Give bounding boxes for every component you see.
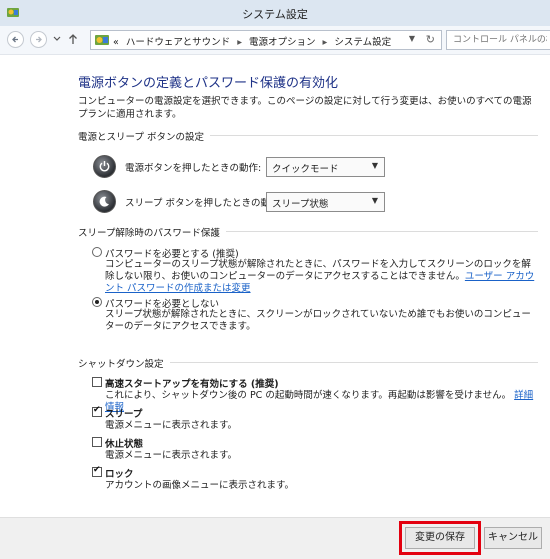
sleep-button-select[interactable]: スリープ状態 ▼ bbox=[266, 192, 385, 212]
breadcrumb-separator[interactable]: ▸ bbox=[323, 37, 328, 48]
no-password-radio[interactable] bbox=[92, 297, 102, 307]
breadcrumb-overflow[interactable]: « bbox=[113, 37, 119, 48]
sleep-button-icon bbox=[93, 190, 116, 213]
breadcrumb-system-settings[interactable]: システム設定 bbox=[334, 37, 391, 48]
hibernate-label[interactable]: 休止状態 bbox=[105, 436, 143, 450]
fast-startup-label[interactable]: 高速スタートアップを有効にする (推奨) bbox=[105, 376, 279, 390]
lock-checkbox[interactable] bbox=[92, 465, 102, 477]
save-button[interactable]: 変更の保存 bbox=[405, 527, 475, 549]
breadcrumb-hardware-sound[interactable]: ハードウェアとサウンド bbox=[126, 37, 230, 48]
refresh-icon[interactable]: ↻ bbox=[426, 33, 435, 46]
intro-text: コンピューターの電源設定を選択できます。このページの設定に対して行う変更は、お使… bbox=[78, 96, 532, 120]
lock-desc: アカウントの画像メニューに表示されます。 bbox=[105, 480, 295, 491]
no-password-desc: スリープ状態が解除されたときに、スクリーンがロックされていないため誰でもお使いの… bbox=[105, 309, 531, 332]
address-bar[interactable]: « ハードウェアとサウンド ▸ 電源オプション ▸ システム設定 ▼ ↻ bbox=[90, 30, 442, 50]
group-label: 電源とスリープ ボタンの設定 bbox=[78, 129, 210, 143]
window-title: システム設定 bbox=[242, 8, 308, 21]
breadcrumb: « ハードウェアとサウンド ▸ 電源オプション ▸ システム設定 bbox=[113, 34, 391, 48]
recent-pages-chevron-icon[interactable] bbox=[53, 34, 61, 44]
address-dropdown-icon[interactable]: ▼ bbox=[409, 34, 415, 43]
search-box[interactable] bbox=[446, 30, 550, 50]
search-input[interactable] bbox=[447, 31, 550, 49]
power-button-label: 電源ボタンを押したときの動作: bbox=[125, 163, 262, 174]
sleep-desc: 電源メニューに表示されます。 bbox=[105, 420, 238, 431]
shutdown-group: シャットダウン設定 bbox=[78, 356, 538, 370]
control-panel-icon bbox=[95, 35, 109, 45]
navigation-bar: « ハードウェアとサウンド ▸ 電源オプション ▸ システム設定 ▼ ↻ bbox=[0, 26, 550, 55]
forward-arrow-icon bbox=[36, 36, 42, 43]
up-arrow-icon[interactable] bbox=[68, 33, 78, 45]
power-button-icon bbox=[93, 155, 116, 178]
hibernate-desc: 電源メニューに表示されます。 bbox=[105, 450, 238, 461]
fast-startup-checkbox[interactable] bbox=[92, 377, 102, 387]
sleep-button-value: スリープ状態 bbox=[272, 199, 329, 210]
sleep-label[interactable]: スリープ bbox=[105, 406, 142, 420]
no-password-label[interactable]: パスワードを必要としない bbox=[105, 296, 219, 310]
page-title: 電源ボタンの定義とパスワード保護の有効化 bbox=[78, 76, 339, 91]
require-password-label[interactable]: パスワードを必要とする (推奨) bbox=[105, 246, 239, 260]
forward-button[interactable] bbox=[30, 31, 47, 48]
fast-startup-desc: これにより、シャットダウン後の PC の起動時間が速くなります。再起動は影響を受… bbox=[105, 390, 535, 414]
require-password-radio[interactable] bbox=[92, 247, 102, 257]
sleep-button-label: スリープ ボタンを押したときの動作: bbox=[125, 198, 283, 209]
cancel-button[interactable]: キャンセル bbox=[484, 527, 542, 549]
sleep-checkbox[interactable] bbox=[92, 405, 102, 417]
power-button-select[interactable]: クイックモード ▼ bbox=[266, 157, 385, 177]
hibernate-checkbox[interactable] bbox=[92, 437, 102, 447]
power-button-value: クイックモード bbox=[272, 164, 339, 175]
title-bar: システム設定 bbox=[0, 0, 550, 26]
back-arrow-icon bbox=[12, 36, 18, 43]
group-label: スリープ解除時のパスワード保護 bbox=[78, 225, 226, 239]
power-settings-group: 電源とスリープ ボタンの設定 bbox=[78, 129, 538, 143]
chevron-down-icon: ▼ bbox=[371, 196, 378, 205]
password-group: スリープ解除時のパスワード保護 bbox=[78, 225, 538, 239]
lock-label[interactable]: ロック bbox=[105, 466, 134, 480]
chevron-down-icon: ▼ bbox=[371, 161, 378, 170]
group-label: シャットダウン設定 bbox=[78, 356, 170, 370]
back-button[interactable] bbox=[7, 31, 24, 48]
fast-startup-desc-text: これにより、シャットダウン後の PC の起動時間が速くなります。再起動は影響を受… bbox=[105, 390, 512, 401]
breadcrumb-separator[interactable]: ▸ bbox=[237, 37, 242, 48]
dialog-footer: 変更の保存 キャンセル bbox=[0, 517, 550, 559]
require-password-desc: コンピューターのスリープ状態が解除されたときに、パスワードを入力してスクリーンの… bbox=[105, 259, 535, 295]
breadcrumb-power-options[interactable]: 電源オプション bbox=[249, 37, 316, 48]
